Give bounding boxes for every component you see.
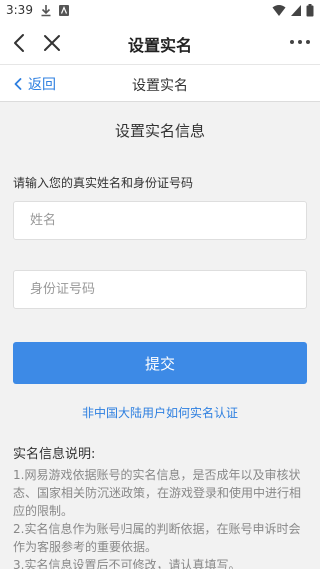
wifi-icon <box>272 5 286 16</box>
submit-button[interactable]: 提交 <box>13 342 307 384</box>
realname-form-page: 设置实名信息 请输入您的真实姓名和身份证号码 提交 非中国大陆用户如何实名认证 … <box>0 102 320 569</box>
form-instruction: 请输入您的真实姓名和身份证号码 <box>13 176 194 190</box>
more-options-icon[interactable] <box>290 40 310 44</box>
more-dot <box>306 40 310 44</box>
notification-icons <box>40 4 70 17</box>
realname-notes: 实名信息说明: 1.网易游戏依据账号的实名信息，是否成年以及审核状态、国家相关防… <box>13 446 309 569</box>
page-header: 返回 设置实名 <box>0 64 320 102</box>
non-mainland-help-link[interactable]: 非中国大陆用户如何实名认证 <box>0 404 320 421</box>
status-time: 3:39 <box>6 3 33 17</box>
system-icons <box>272 4 314 17</box>
signal-icon <box>291 5 301 16</box>
id-number-input[interactable] <box>13 270 307 309</box>
download-icon <box>41 5 51 17</box>
note-line: 1.网易游戏依据账号的实名信息，是否成年以及审核状态、国家相关防沉迷政策，在游戏… <box>13 468 302 518</box>
section-title: 设置实名信息 <box>114 122 205 140</box>
note-line: 2.实名信息作为账号归属的判断依据，在账号申诉时会作为客服参考的重要依据。 <box>13 522 301 554</box>
app-notification-icon <box>59 5 69 16</box>
app-header: 设置实名 <box>0 22 320 64</box>
notes-title: 实名信息说明: <box>13 447 96 462</box>
more-dot <box>298 40 302 44</box>
app-title: 设置实名 <box>127 36 192 55</box>
more-dot <box>290 40 294 44</box>
page-title: 设置实名 <box>132 78 188 94</box>
name-input[interactable] <box>13 201 307 240</box>
note-line: 3.实名信息设置后不可修改，请认真填写。 <box>13 558 241 569</box>
battery-icon <box>306 4 314 17</box>
status-bar: 3:39 <box>0 0 320 22</box>
